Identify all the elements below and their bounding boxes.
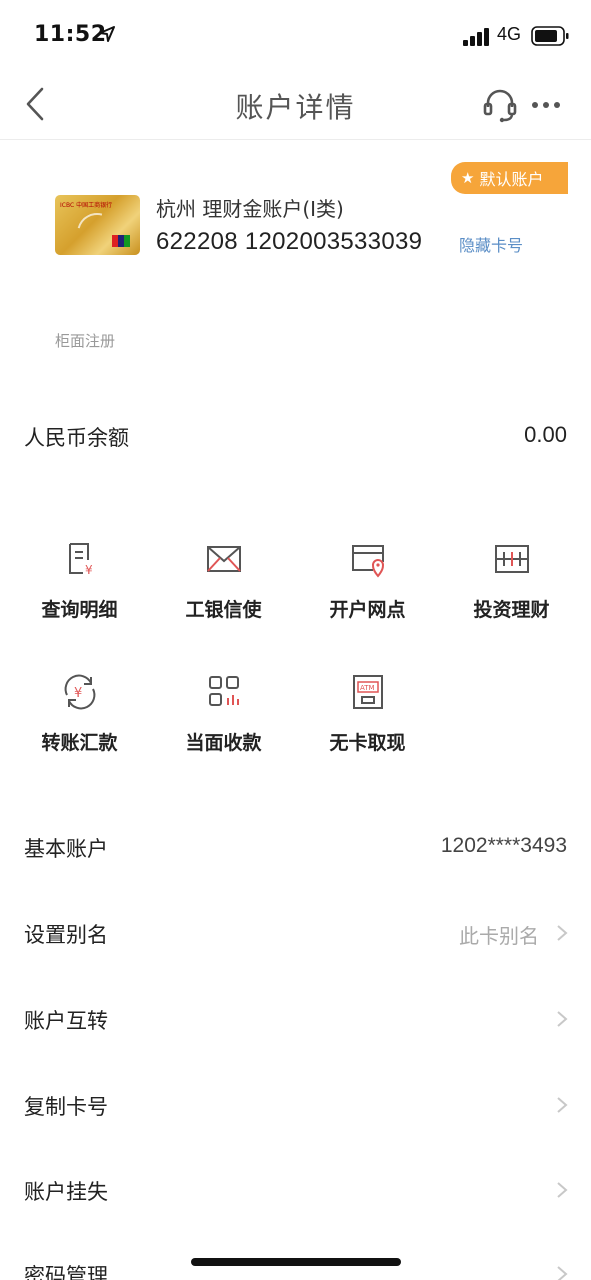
row-report-loss[interactable]: 账户挂失: [0, 1146, 591, 1232]
grid-label: 查询明细: [41, 599, 118, 621]
chevron-right-icon: [557, 925, 568, 941]
row-copy-card-number[interactable]: 复制卡号: [0, 1061, 591, 1147]
account-number: 622208 1202003533039: [156, 228, 423, 255]
transfer-yuan-icon: ¥: [64, 674, 96, 710]
svg-text:¥: ¥: [85, 563, 93, 577]
grid-transfer[interactable]: ¥ 转账汇款: [6, 673, 153, 783]
row-password-management[interactable]: 密码管理: [0, 1230, 591, 1280]
svg-text:ATM: ATM: [360, 684, 375, 692]
abacus-icon: [495, 545, 529, 573]
transaction-detail-icon: ¥: [69, 543, 93, 577]
star-icon: ★: [461, 169, 475, 187]
registration-type: 柜面注册: [55, 332, 116, 350]
grid-face-to-face-payment[interactable]: 当面收款: [150, 673, 297, 783]
balance-value: 0.00: [524, 422, 567, 447]
hide-card-number-link[interactable]: 隐藏卡号: [459, 232, 523, 256]
atm-icon: ATM: [353, 675, 383, 709]
row-label: 密码管理: [24, 1264, 108, 1280]
status-bar: 11:52 4G: [0, 0, 591, 70]
svg-text:¥: ¥: [74, 686, 82, 701]
alias-hint: 此卡别名: [459, 924, 539, 948]
balance-label: 人民币余额: [24, 426, 129, 450]
grid-label: 工银信使: [185, 599, 262, 621]
grid-cardless-withdrawal[interactable]: ATM 无卡取现: [294, 673, 441, 783]
envelope-icon: [207, 546, 241, 572]
chevron-right-icon: [557, 1097, 568, 1113]
row-basic-account[interactable]: 基本账户 1202****3493: [0, 803, 591, 889]
chevron-right-icon: [557, 1182, 568, 1198]
grid-label: 投资理财: [473, 599, 550, 621]
card-logo-text: ICBC 中国工商银行: [60, 202, 113, 209]
row-label: 账户挂失: [24, 1180, 108, 1204]
row-set-alias[interactable]: 设置别名 此卡别名: [0, 889, 591, 975]
grid-branch-locator[interactable]: 开户网点: [294, 540, 441, 650]
more-icon[interactable]: [530, 94, 562, 116]
account-name: 杭州 理财金账户(Ⅰ类): [156, 197, 344, 221]
signal-icon: [463, 28, 489, 46]
unionpay-logo: [112, 235, 130, 247]
grid-label: 开户网点: [329, 599, 406, 621]
row-label: 账户互转: [24, 1009, 108, 1033]
network-type: 4G: [497, 24, 522, 44]
grid-transaction-detail[interactable]: ¥ 查询明细: [6, 540, 153, 650]
row-label: 复制卡号: [24, 1095, 108, 1119]
status-time: 11:52: [34, 22, 107, 47]
nav-bar: 账户详情: [0, 70, 591, 140]
grid-icbc-messenger[interactable]: 工银信使: [150, 540, 297, 650]
location-arrow-icon: [99, 26, 115, 42]
row-account-transfer[interactable]: 账户互转: [0, 975, 591, 1061]
row-label: 设置别名: [24, 923, 108, 947]
card-swoosh-decoration: [69, 205, 125, 255]
qr-grid-icon: [209, 676, 239, 706]
chevron-right-icon: [557, 1011, 568, 1027]
row-label: 基本账户: [24, 837, 108, 861]
grid-label: 无卡取现: [329, 732, 406, 754]
chevron-right-icon: [557, 1266, 568, 1280]
battery-icon: [531, 26, 569, 46]
branch-location-icon: [352, 545, 385, 578]
customer-service-icon[interactable]: [482, 87, 518, 123]
bank-card-image: ICBC 中国工商银行: [55, 195, 140, 255]
grid-investment[interactable]: 投资理财: [438, 540, 585, 650]
grid-label: 转账汇款: [41, 732, 118, 754]
default-account-badge: ★ 默认账户: [451, 162, 568, 194]
grid-label: 当面收款: [185, 732, 262, 754]
default-account-label: 默认账户: [479, 170, 544, 189]
basic-account-number: 1202****3493: [440, 834, 567, 857]
home-indicator[interactable]: [191, 1258, 401, 1266]
